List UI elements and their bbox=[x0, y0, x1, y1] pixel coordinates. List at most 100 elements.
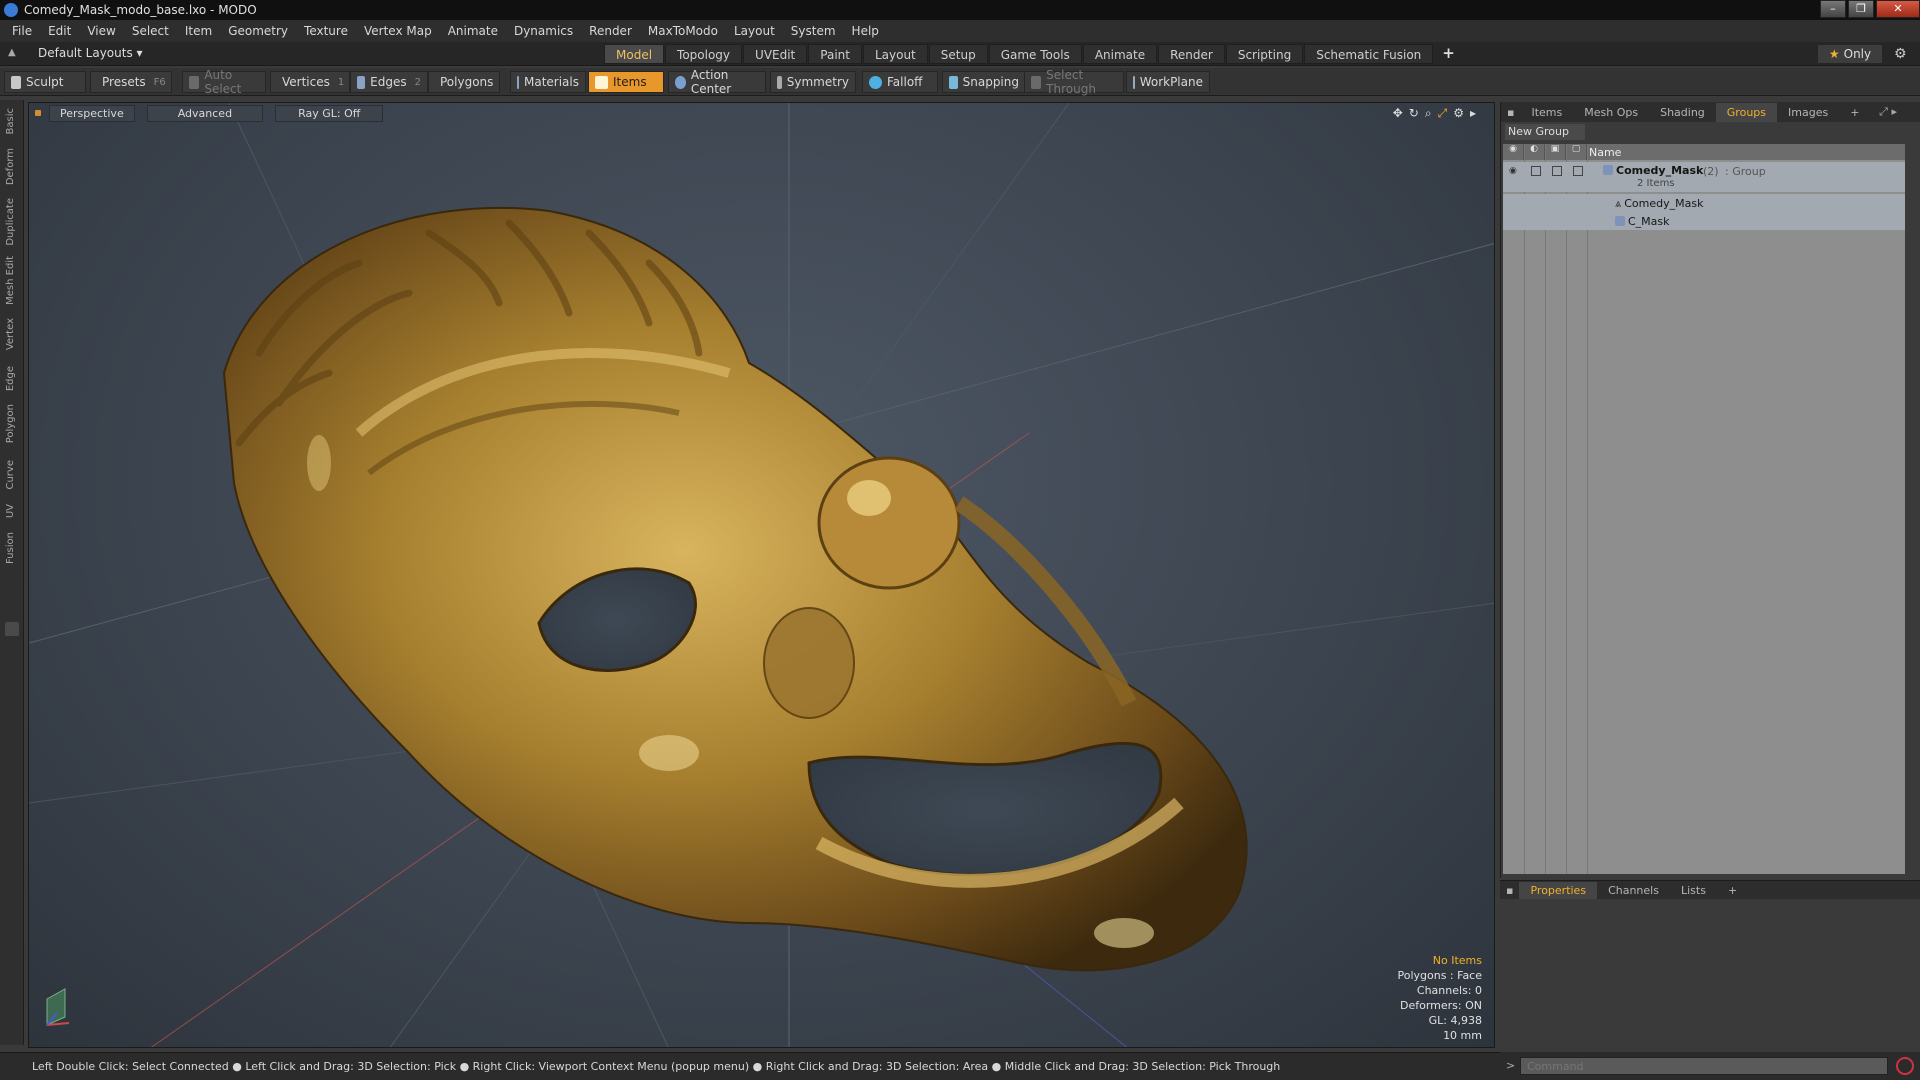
rotate-icon[interactable]: ↻ bbox=[1409, 106, 1419, 121]
maximize-viewport-icon[interactable]: ⤢ bbox=[1438, 106, 1448, 121]
select-toggle[interactable] bbox=[1573, 166, 1583, 176]
left-tab-uv[interactable]: UV bbox=[5, 504, 16, 518]
layout-arrow-icon[interactable]: ▲ bbox=[8, 47, 20, 59]
tab-model[interactable]: Model bbox=[604, 44, 665, 64]
tab-setup[interactable]: Setup bbox=[928, 44, 988, 64]
add-panel-tab-button[interactable]: + bbox=[1839, 106, 1870, 119]
sculpt-button[interactable]: Sculpt bbox=[4, 71, 86, 93]
panel-menu-dot[interactable]: ▪ bbox=[1501, 106, 1520, 119]
group-child-comedy-mask[interactable]: ⩓ Comedy_Mask bbox=[1503, 194, 1905, 212]
left-tab-basic[interactable]: Basic bbox=[5, 108, 16, 134]
tab-lists[interactable]: Lists bbox=[1670, 884, 1717, 897]
advanced-dropdown[interactable]: Advanced bbox=[146, 104, 264, 122]
tab-images[interactable]: Images bbox=[1777, 106, 1839, 119]
menu-edit[interactable]: Edit bbox=[40, 24, 79, 38]
action-center-button[interactable]: Action Center bbox=[668, 68, 766, 96]
default-layouts-dropdown[interactable]: Default Layouts ▾ bbox=[38, 46, 143, 60]
visibility-column-icon[interactable]: ◉ bbox=[1503, 144, 1524, 160]
lock-toggle[interactable] bbox=[1552, 166, 1562, 176]
snapping-button[interactable]: Snapping bbox=[942, 71, 1026, 93]
menu-texture[interactable]: Texture bbox=[296, 24, 356, 38]
maximize-button[interactable]: ❐ bbox=[1848, 0, 1874, 18]
3d-viewport[interactable]: Perspective Advanced Ray GL: Off ✥ ↻ ⌕ ⤢… bbox=[28, 102, 1495, 1048]
render-toggle[interactable] bbox=[1531, 166, 1541, 176]
gear-icon[interactable]: ⚙ bbox=[1894, 46, 1907, 62]
left-tab-mesh-edit[interactable]: Mesh Edit bbox=[5, 256, 16, 305]
left-tabs-toggle[interactable] bbox=[5, 622, 19, 636]
only-button[interactable]: ★ Only bbox=[1818, 45, 1882, 63]
properties-menu-dot[interactable]: ▪ bbox=[1500, 884, 1519, 897]
visibility-eye-icon[interactable]: ◉ bbox=[1509, 166, 1517, 176]
render-column-icon[interactable]: ◐ bbox=[1524, 144, 1545, 160]
menu-maxtomodo[interactable]: MaxToModo bbox=[640, 24, 726, 38]
tab-schematic-fusion[interactable]: Schematic Fusion bbox=[1304, 44, 1434, 64]
tab-paint[interactable]: Paint bbox=[808, 44, 862, 64]
expand-panel-icon[interactable]: ⤢ ▸ bbox=[1868, 105, 1908, 119]
viewport-settings-icon[interactable]: ⚙ bbox=[1453, 106, 1464, 121]
tab-items[interactable]: Items bbox=[1520, 106, 1573, 119]
materials-button[interactable]: Materials bbox=[510, 71, 586, 93]
comedy-mask-model[interactable] bbox=[222, 206, 1248, 972]
viewport-arrow-icon[interactable]: ▸ bbox=[1470, 106, 1476, 121]
left-tab-duplicate[interactable]: Duplicate bbox=[5, 198, 16, 246]
tab-topology[interactable]: Topology bbox=[665, 44, 743, 64]
command-input[interactable] bbox=[1520, 1057, 1888, 1075]
group-row-comedy-mask[interactable]: ◉ Comedy_Mask (2) : Group 2 Items bbox=[1503, 162, 1905, 192]
groups-list[interactable]: ◉ ◐ ▣ ▢ Name ◉ Comedy_Mask (2) : Group 2… bbox=[1503, 144, 1905, 874]
workplane-button[interactable]: WorkPlane bbox=[1126, 71, 1210, 93]
minimize-button[interactable]: – bbox=[1820, 0, 1846, 18]
select-through-button[interactable]: Select Through bbox=[1024, 68, 1124, 96]
pan-icon[interactable]: ✥ bbox=[1393, 106, 1403, 121]
tab-uvedit[interactable]: UVEdit bbox=[743, 44, 808, 64]
add-properties-tab-button[interactable]: + bbox=[1717, 884, 1748, 897]
menu-layout[interactable]: Layout bbox=[726, 24, 783, 38]
tab-render[interactable]: Render bbox=[1158, 44, 1225, 64]
menu-file[interactable]: File bbox=[4, 24, 40, 38]
tab-groups[interactable]: Groups bbox=[1715, 102, 1778, 122]
presets-button[interactable]: Presets F6 bbox=[90, 71, 172, 93]
menu-select[interactable]: Select bbox=[124, 24, 177, 38]
lock-column-icon[interactable]: ▣ bbox=[1545, 144, 1566, 160]
menu-help[interactable]: Help bbox=[844, 24, 887, 38]
tab-scripting[interactable]: Scripting bbox=[1225, 44, 1304, 64]
left-tab-vertex[interactable]: Vertex bbox=[5, 318, 16, 350]
auto-select-button[interactable]: Auto Select bbox=[182, 68, 266, 96]
viewport-menu-dot[interactable] bbox=[35, 110, 41, 116]
items-button[interactable]: Items bbox=[588, 71, 664, 93]
left-tab-curve[interactable]: Curve bbox=[5, 460, 16, 490]
left-tab-deform[interactable]: Deform bbox=[5, 148, 16, 185]
edges-button[interactable]: Edges 2 bbox=[350, 71, 428, 93]
menu-geometry[interactable]: Geometry bbox=[220, 24, 296, 38]
name-column-header[interactable]: Name bbox=[1589, 146, 1621, 159]
menu-dynamics[interactable]: Dynamics bbox=[506, 24, 581, 38]
tab-layout[interactable]: Layout bbox=[862, 44, 928, 64]
left-tab-polygon[interactable]: Polygon bbox=[5, 404, 16, 443]
raygl-dropdown[interactable]: Ray GL: Off bbox=[275, 104, 384, 122]
tab-shading[interactable]: Shading bbox=[1649, 106, 1716, 119]
left-tab-edge[interactable]: Edge bbox=[5, 366, 16, 391]
menu-vertex-map[interactable]: Vertex Map bbox=[356, 24, 440, 38]
left-tab-fusion[interactable]: Fusion bbox=[5, 532, 16, 564]
symmetry-button[interactable]: Symmetry bbox=[770, 71, 856, 93]
perspective-dropdown[interactable]: Perspective bbox=[49, 104, 135, 122]
tab-animate[interactable]: Animate bbox=[1082, 44, 1158, 64]
tab-channels[interactable]: Channels bbox=[1597, 884, 1670, 897]
menu-view[interactable]: View bbox=[79, 24, 123, 38]
close-button[interactable]: ✕ bbox=[1876, 0, 1920, 18]
tab-properties[interactable]: Properties bbox=[1519, 881, 1598, 899]
vertices-button[interactable]: Vertices 1 bbox=[270, 71, 350, 93]
add-tab-button[interactable]: + bbox=[1434, 44, 1463, 64]
tab-game-tools[interactable]: Game Tools bbox=[988, 44, 1082, 64]
menu-system[interactable]: System bbox=[783, 24, 844, 38]
tab-mesh-ops[interactable]: Mesh Ops bbox=[1573, 106, 1649, 119]
zoom-icon[interactable]: ⌕ bbox=[1425, 106, 1432, 121]
select-column-icon[interactable]: ▢ bbox=[1566, 144, 1587, 160]
polygons-button[interactable]: Polygons bbox=[428, 71, 500, 93]
command-history-arrow[interactable]: > bbox=[1506, 1059, 1515, 1072]
group-child-c-mask[interactable]: C_Mask bbox=[1503, 212, 1905, 230]
menu-animate[interactable]: Animate bbox=[440, 24, 506, 38]
new-group-button[interactable]: New Group bbox=[1505, 124, 1585, 140]
menu-item[interactable]: Item bbox=[177, 24, 220, 38]
falloff-button[interactable]: Falloff bbox=[862, 71, 938, 93]
command-run-icon[interactable] bbox=[1896, 1057, 1914, 1075]
